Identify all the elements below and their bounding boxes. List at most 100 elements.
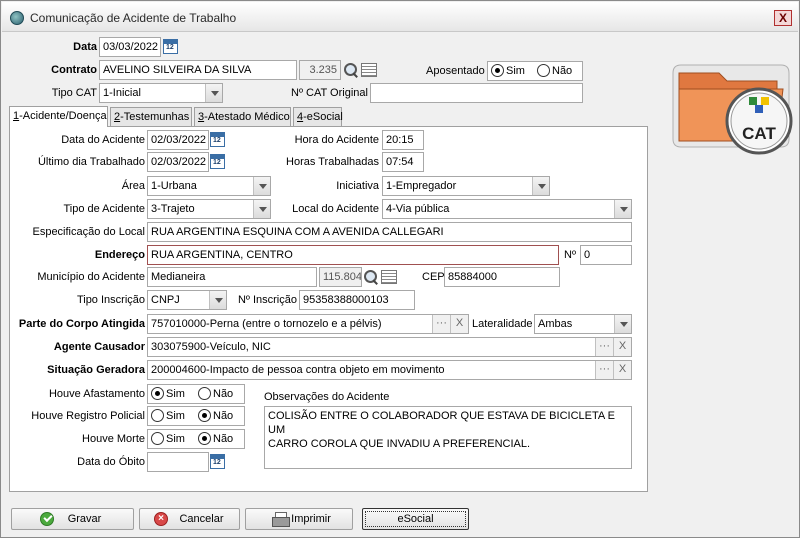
- calendar-icon[interactable]: 12: [163, 39, 178, 54]
- tipo-cat-select[interactable]: 1-Inicial: [99, 83, 223, 103]
- situacao-label: Situação Geradora: [47, 364, 145, 376]
- search-icon[interactable]: [343, 62, 359, 78]
- esocial-button[interactable]: eSocial: [362, 508, 469, 530]
- n-cat-original-label: Nº CAT Original: [291, 87, 368, 99]
- lateralidade-value: Ambas: [538, 318, 573, 330]
- situacao-value: 200004600-Impacto de pessoa contra objet…: [151, 364, 445, 376]
- hora-acidente-label: Hora do Acidente: [294, 134, 379, 146]
- tipo-acidente-value: 3-Trajeto: [151, 203, 195, 215]
- municipio-code-field: 115.804: [319, 267, 362, 287]
- tipo-cat-label: Tipo CAT: [51, 87, 97, 99]
- tipo-inscricao-value: CNPJ: [151, 294, 180, 306]
- n-cat-original-field[interactable]: [370, 83, 583, 103]
- n-inscricao-label: Nº Inscrição: [237, 294, 297, 306]
- calendar-icon[interactable]: 12: [210, 132, 225, 147]
- registro-sim-label: Sim: [166, 410, 185, 422]
- situacao-clear-button[interactable]: X: [613, 361, 631, 379]
- aposentado-radio-group: Sim Não: [487, 61, 583, 81]
- tipo-inscricao-label: Tipo Inscrição: [76, 294, 145, 306]
- parte-corpo-value: 757010000-Perna (entre o tornozelo e a p…: [151, 318, 382, 330]
- ultimo-dia-field[interactable]: 02/03/2022: [147, 152, 209, 172]
- data-obito-field[interactable]: [147, 452, 209, 472]
- tab-atestado-medico[interactable]: 3-Atestado Médico: [194, 107, 291, 127]
- agente-clear-button[interactable]: X: [613, 338, 631, 356]
- gravar-button[interactable]: Gravar: [11, 508, 134, 530]
- parte-corpo-clear-button[interactable]: X: [450, 315, 468, 333]
- chevron-down-icon[interactable]: [614, 315, 631, 333]
- tipo-acidente-label: Tipo de Acidente: [63, 203, 145, 215]
- agente-field[interactable]: 303075900-Veículo, NIC ··· X: [147, 337, 632, 357]
- local-acidente-select[interactable]: 4-Via pública: [382, 199, 632, 219]
- horas-trabalhadas-field[interactable]: 07:54: [382, 152, 424, 172]
- cep-field[interactable]: 85884000: [444, 267, 560, 287]
- aposentado-nao-radio[interactable]: [537, 64, 550, 77]
- data-acidente-field[interactable]: 02/03/2022: [147, 130, 209, 150]
- numero-label: Nº: [564, 249, 576, 261]
- morte-sim-radio[interactable]: [151, 432, 164, 445]
- ultimo-dia-label: Último dia Trabalhado: [37, 156, 145, 168]
- lateralidade-select[interactable]: Ambas: [534, 314, 632, 334]
- calendar-icon[interactable]: 12: [210, 154, 225, 169]
- morte-sim-label: Sim: [166, 433, 185, 445]
- tipo-inscricao-select[interactable]: CNPJ: [147, 290, 227, 310]
- cancelar-button[interactable]: × Cancelar: [139, 508, 240, 530]
- houve-afastamento-label: Houve Afastamento: [48, 388, 145, 400]
- tipo-acidente-select[interactable]: 3-Trajeto: [147, 199, 271, 219]
- chevron-down-icon[interactable]: [253, 200, 270, 218]
- list-icon[interactable]: [381, 270, 397, 284]
- chevron-down-icon[interactable]: [532, 177, 549, 195]
- area-select[interactable]: 1-Urbana: [147, 176, 271, 196]
- lateralidade-label: Lateralidade: [472, 318, 533, 330]
- observacoes-textarea[interactable]: COLISÃO ENTRE O COLABORADOR QUE ESTAVA D…: [264, 406, 632, 469]
- municipio-field[interactable]: Medianeira: [147, 267, 317, 287]
- registro-sim-radio[interactable]: [151, 409, 164, 422]
- list-icon[interactable]: [361, 63, 377, 77]
- chevron-down-icon[interactable]: [209, 291, 226, 309]
- area-label: Área: [121, 180, 145, 192]
- situacao-field[interactable]: 200004600-Impacto de pessoa contra objet…: [147, 360, 632, 380]
- search-icon[interactable]: [363, 269, 379, 285]
- gravar-label: Gravar: [67, 513, 102, 525]
- tab-acidente-doenca[interactable]: 1-Acidente/Doença: [9, 106, 108, 127]
- endereco-field[interactable]: RUA ARGENTINA, CENTRO: [147, 245, 559, 265]
- hora-acidente-field[interactable]: 20:15: [382, 130, 424, 150]
- aposentado-sim-radio[interactable]: [491, 64, 504, 77]
- data-field[interactable]: 03/03/2022: [99, 37, 161, 57]
- parte-corpo-field[interactable]: 757010000-Perna (entre o tornozelo e a p…: [147, 314, 469, 334]
- situacao-lookup-button[interactable]: ···: [595, 361, 613, 379]
- tab-esocial[interactable]: 4-eSocial: [293, 107, 343, 127]
- afastamento-nao-radio[interactable]: [198, 387, 211, 400]
- agente-lookup-button[interactable]: ···: [595, 338, 613, 356]
- tab-testemunhas[interactable]: 2-Testemunhas: [110, 107, 192, 127]
- iniciativa-select[interactable]: 1-Empregador: [382, 176, 550, 196]
- chevron-down-icon[interactable]: [614, 200, 631, 218]
- title-bar: Comunicação de Acidente de Trabalho X: [2, 2, 798, 32]
- parte-corpo-lookup-button[interactable]: ···: [432, 315, 450, 333]
- especificacao-field[interactable]: RUA ARGENTINA ESQUINA COM A AVENIDA CALL…: [147, 222, 632, 242]
- app-icon: [10, 11, 24, 25]
- afastamento-sim-radio[interactable]: [151, 387, 164, 400]
- agente-value: 303075900-Veículo, NIC: [151, 341, 271, 353]
- chevron-down-icon[interactable]: [205, 84, 222, 102]
- close-button[interactable]: X: [774, 10, 792, 26]
- morte-nao-radio[interactable]: [198, 432, 211, 445]
- houve-morte-label: Houve Morte: [82, 433, 145, 445]
- horas-trabalhadas-label: Horas Trabalhadas: [286, 156, 379, 168]
- morte-radio-group: Sim Não: [147, 429, 245, 449]
- registro-nao-radio[interactable]: [198, 409, 211, 422]
- numero-field[interactable]: 0: [580, 245, 632, 265]
- printer-icon: [272, 512, 290, 527]
- n-inscricao-field[interactable]: 95358388000103: [299, 290, 415, 310]
- aposentado-nao-label: Não: [552, 65, 573, 77]
- iniciativa-value: 1-Empregador: [386, 180, 457, 192]
- endereco-label: Endereço: [94, 249, 145, 261]
- agente-label: Agente Causador: [53, 341, 145, 353]
- contrato-code-field: 3.235: [299, 60, 341, 80]
- houve-registro-label: Houve Registro Policial: [31, 410, 145, 422]
- contrato-field[interactable]: AVELINO SILVEIRA DA SILVA: [99, 60, 297, 80]
- calendar-icon[interactable]: 12: [210, 454, 225, 469]
- chevron-down-icon[interactable]: [253, 177, 270, 195]
- imprimir-button[interactable]: Imprimir: [245, 508, 353, 530]
- contrato-label: Contrato: [51, 64, 97, 76]
- imprimir-label: Imprimir: [291, 513, 331, 525]
